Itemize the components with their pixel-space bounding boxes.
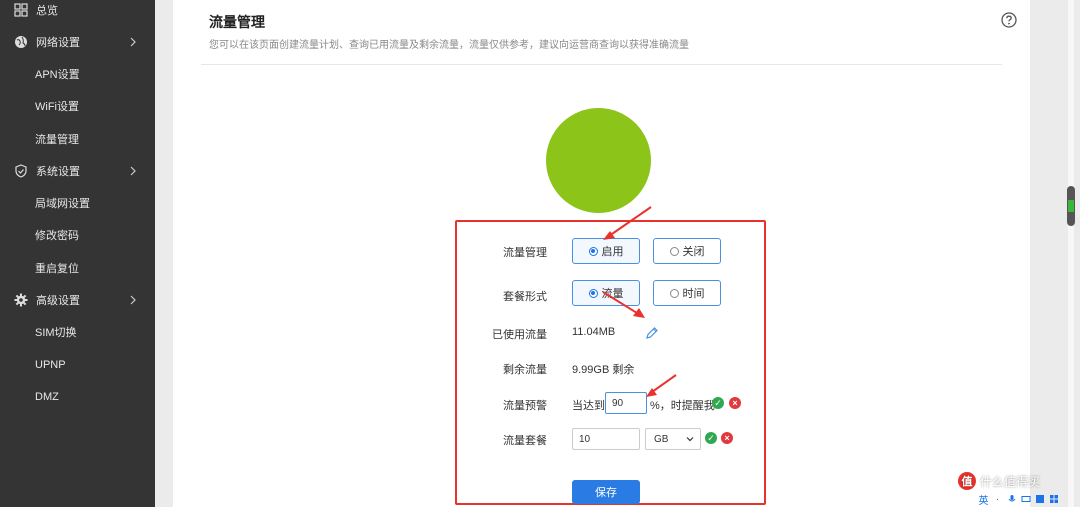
traffic-disable-radio[interactable]: 关闭	[653, 238, 721, 264]
watermark-logo: 值	[958, 472, 976, 490]
ime-lang[interactable]: 英	[978, 494, 989, 507]
sidebar-item-upnp[interactable]: UPNP	[0, 352, 155, 378]
page-description: 您可以在该页面创建流量计划、查询已用流量及剩余流量，流量仅供参考，建议向运营商查…	[209, 40, 689, 51]
radio-unchecked-icon	[669, 288, 679, 298]
check-icon[interactable]: ✓	[705, 432, 717, 444]
page-title: 流量管理	[209, 14, 265, 30]
chevron-down-icon	[685, 434, 695, 444]
sidebar-item-dmz[interactable]: DMZ	[0, 384, 155, 410]
plan-type-label: 套餐形式	[503, 291, 547, 303]
used-traffic-value: 11.04MB	[572, 326, 616, 338]
scrollbar-thumb[interactable]	[1067, 186, 1075, 226]
sidebar: 总览 网络设置 APN设置 WiFi设置 流量管理 系统设置 局域网设置 修改密…	[0, 0, 155, 507]
used-traffic-label: 已使用流量	[492, 329, 547, 341]
sidebar-item-traffic[interactable]: 流量管理	[0, 126, 155, 152]
alert-threshold-input[interactable]	[605, 392, 647, 414]
sidebar-item-label: 重启复位	[35, 263, 79, 275]
scroll-grip	[1068, 200, 1074, 212]
remaining-traffic-value: 9.99GB 剩余	[572, 364, 635, 376]
sidebar-item-label: WiFi设置	[35, 101, 79, 113]
sidebar-item-label: DMZ	[35, 391, 59, 403]
microphone-icon[interactable]	[1006, 494, 1017, 505]
radio-label: 启用	[601, 246, 624, 258]
globe-icon	[14, 35, 28, 49]
content-card: 流量管理 您可以在该页面创建流量计划、查询已用流量及剩余流量，流量仅供参考，建议…	[173, 0, 1030, 507]
question-circle-icon[interactable]	[1001, 12, 1017, 28]
annotation-arrow	[603, 206, 652, 240]
remaining-traffic-label: 剩余流量	[503, 364, 547, 376]
check-icon[interactable]: ✓	[712, 397, 724, 409]
radio-checked-icon	[588, 246, 598, 256]
radio-checked-icon	[588, 288, 598, 298]
sidebar-item-sim[interactable]: SIM切换	[0, 319, 155, 345]
sidebar-item-label: 局域网设置	[35, 198, 90, 210]
traffic-status-circle	[546, 108, 651, 213]
data-plan-input[interactable]	[572, 428, 640, 450]
sidebar-item-label: 修改密码	[35, 230, 79, 242]
data-plan-unit-select[interactable]: GB	[645, 428, 701, 450]
punctuation-icon[interactable]: ·	[992, 494, 1003, 505]
sidebar-item-wifi[interactable]: WiFi设置	[0, 93, 155, 119]
sidebar-item-label: 网络设置	[36, 37, 80, 49]
sidebar-item-label: SIM切换	[35, 327, 77, 339]
sidebar-item-network-settings[interactable]: 网络设置	[0, 29, 155, 55]
close-icon[interactable]: ×	[721, 432, 733, 444]
sidebar-item-lan[interactable]: 局域网设置	[0, 190, 155, 216]
radio-unchecked-icon	[669, 246, 679, 256]
sidebar-item-password[interactable]: 修改密码	[0, 222, 155, 248]
chevron-right-icon	[127, 165, 139, 177]
sidebar-item-apn[interactable]: APN设置	[0, 61, 155, 87]
pencil-icon[interactable]	[645, 326, 659, 340]
skin-icon[interactable]	[1034, 494, 1045, 505]
dashboard-icon	[14, 3, 28, 17]
shield-icon	[14, 164, 28, 178]
alert-prefix: 当达到	[572, 400, 605, 412]
annotation-arrow	[646, 374, 677, 397]
watermark-text: 什么值得买	[980, 474, 1041, 489]
sidebar-item-overview[interactable]: 总览	[0, 0, 155, 23]
scrollbar[interactable]	[1050, 0, 1080, 507]
save-button[interactable]: 保存	[572, 480, 640, 504]
sidebar-item-label: 总览	[36, 5, 58, 17]
chevron-right-icon	[127, 36, 139, 48]
sidebar-item-label: APN设置	[35, 69, 80, 81]
data-plan-label: 流量套餐	[503, 435, 547, 447]
gear-icon	[14, 293, 28, 307]
traffic-mgmt-label: 流量管理	[503, 247, 547, 259]
select-value: GB	[654, 433, 669, 445]
sidebar-item-reboot[interactable]: 重启复位	[0, 255, 155, 281]
watermark: 值 什么值得买	[958, 472, 1040, 490]
sidebar-item-system-settings[interactable]: 系统设置	[0, 158, 155, 184]
radio-label: 关闭	[682, 246, 705, 258]
chevron-right-icon	[127, 294, 139, 306]
sidebar-item-label: 系统设置	[36, 166, 80, 178]
toolbox-icon[interactable]	[1048, 494, 1059, 505]
traffic-alert-label: 流量预警	[503, 400, 547, 412]
main-area: 流量管理 您可以在该页面创建流量计划、查询已用流量及剩余流量，流量仅供参考，建议…	[155, 0, 1050, 507]
plan-time-radio[interactable]: 时间	[653, 280, 721, 306]
sidebar-item-label: 高级设置	[36, 295, 80, 307]
scrollbar-track	[1068, 0, 1074, 507]
ime-toolbar: 英 ·	[978, 491, 1080, 507]
annotation-arrow	[602, 291, 645, 318]
sidebar-item-advanced-settings[interactable]: 高级设置	[0, 287, 155, 313]
sidebar-item-label: UPNP	[35, 359, 66, 371]
radio-label: 时间	[682, 288, 705, 300]
sidebar-item-label: 流量管理	[35, 134, 79, 146]
header-divider	[201, 64, 1002, 65]
close-icon[interactable]: ×	[729, 397, 741, 409]
keyboard-icon[interactable]	[1020, 494, 1031, 505]
